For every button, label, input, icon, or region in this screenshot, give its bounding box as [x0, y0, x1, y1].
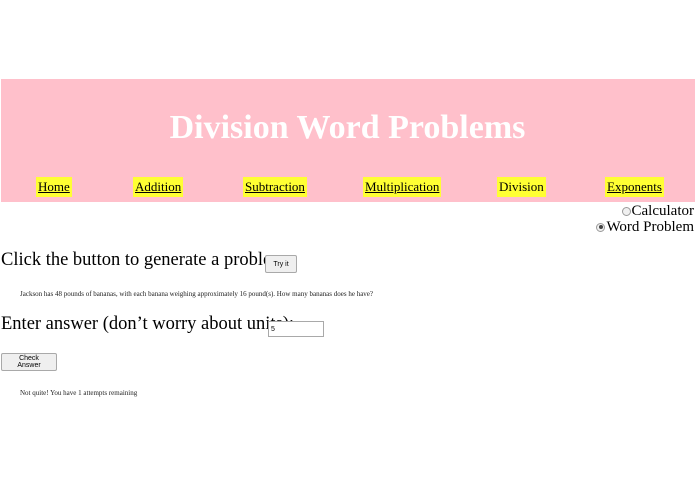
generate-prompt: Click the button to generate a problem.	[1, 250, 291, 270]
nav-addition[interactable]: Addition	[133, 177, 184, 197]
nav-exponents[interactable]: Exponents	[605, 177, 664, 197]
nav-subtraction[interactable]: Subtraction	[243, 177, 307, 197]
try-it-button[interactable]: Try it	[265, 255, 297, 273]
problem-text: Jackson has 48 pounds of bananas, with e…	[20, 290, 374, 298]
mode-word-problem-option[interactable]: Word Problem	[596, 219, 694, 235]
calculator-radio[interactable]	[621, 206, 631, 216]
page-title: Division Word Problems	[169, 109, 526, 146]
answer-prompt: Enter answer (don’t worry about units):	[1, 314, 295, 334]
check-answer-button[interactable]: Check Answer	[1, 353, 57, 371]
nav-home[interactable]: Home	[36, 177, 72, 197]
word-problem-label: Word Problem	[606, 219, 694, 235]
word-problem-radio[interactable]	[596, 222, 606, 232]
answer-input[interactable]	[268, 321, 324, 337]
calculator-label: Calculator	[631, 203, 694, 219]
mode-calculator-option[interactable]: Calculator	[621, 203, 694, 219]
feedback-text: Not quite! You have 1 attempts remaining	[20, 389, 138, 397]
nav-multiplication[interactable]: Multiplication	[363, 177, 442, 197]
nav-division: Division	[497, 177, 546, 197]
